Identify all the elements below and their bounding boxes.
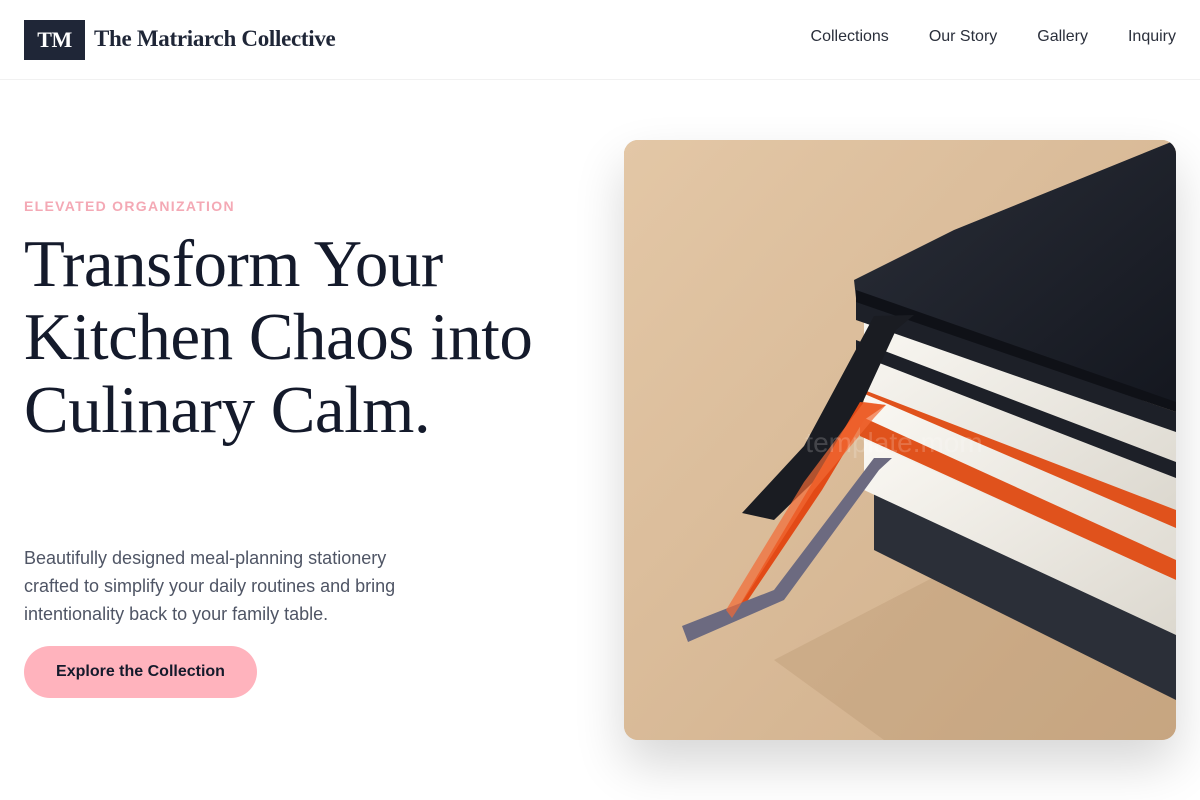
nav-link-collections[interactable]: Collections — [811, 28, 889, 46]
site-header: TM The Matriarch Collective Collections … — [0, 0, 1200, 80]
hero-headline: Transform Your Kitchen Chaos into Culina… — [24, 227, 533, 447]
logo-mark[interactable]: TM — [24, 20, 85, 60]
hero-subtext: Beautifully designed meal-planning stati… — [24, 548, 396, 624]
brand-name[interactable]: The Matriarch Collective — [94, 26, 336, 52]
explore-collection-button[interactable]: Explore the Collection — [24, 646, 257, 698]
main-nav: Collections Our Story Gallery Inquiry — [811, 28, 1176, 46]
hero-eyebrow: ELEVATED ORGANIZATION — [24, 198, 235, 214]
nav-link-our-story[interactable]: Our Story — [929, 28, 997, 46]
nav-link-gallery[interactable]: Gallery — [1037, 28, 1088, 46]
hero-image-notebooks: template.mom — [624, 140, 1176, 740]
nav-link-inquiry[interactable]: Inquiry — [1128, 28, 1176, 46]
image-watermark: template.mom — [805, 427, 982, 458]
notebooks-illustration: template.mom — [624, 140, 1176, 740]
